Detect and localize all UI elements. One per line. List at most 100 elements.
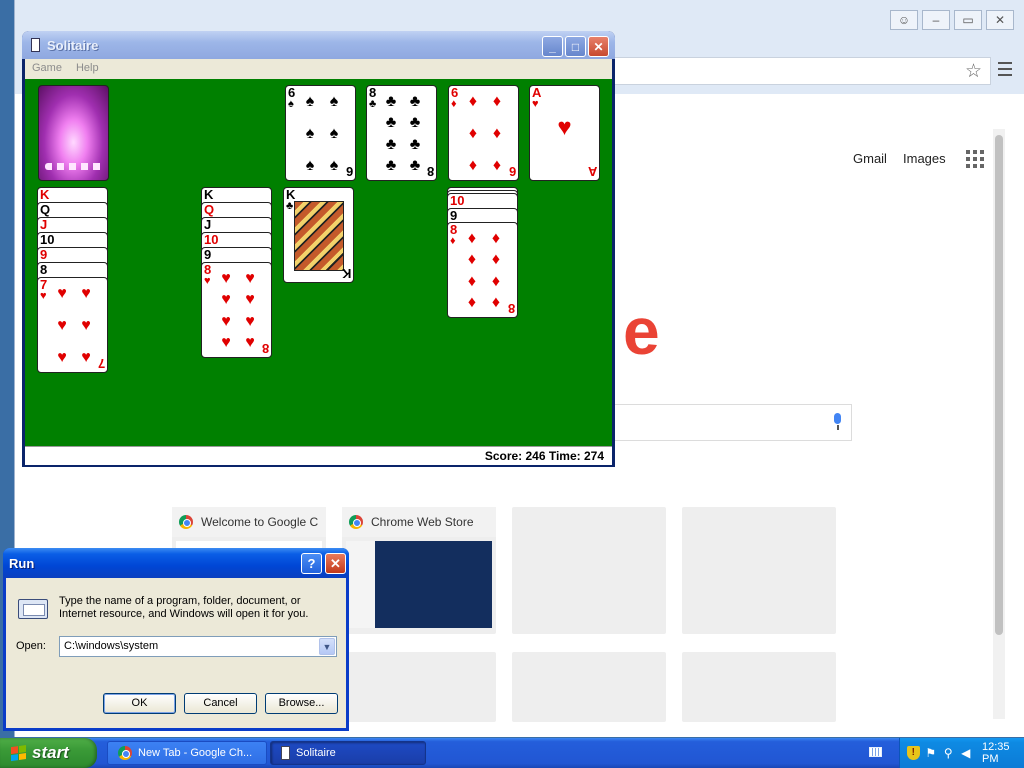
window-title: Solitaire bbox=[47, 38, 99, 53]
card-rank: 10 bbox=[450, 193, 465, 208]
empty-tile bbox=[512, 507, 666, 634]
taskbar-item-solitaire[interactable]: Solitaire bbox=[270, 741, 426, 765]
empty-tile bbox=[342, 652, 496, 722]
tableau-card[interactable]: 8 ♦ ♦ ♦ ♦ ♦ ♦ ♦ ♦ ♦ 8 bbox=[447, 222, 518, 318]
vertical-scrollbar[interactable] bbox=[993, 129, 1005, 719]
taskbar: start New Tab - Google Ch... Solitaire !… bbox=[0, 738, 1024, 768]
hamburger-menu-icon[interactable] bbox=[998, 62, 1012, 78]
chrome-favicon-icon bbox=[179, 515, 193, 529]
open-combobox[interactable]: C:\windows\system ▼ bbox=[59, 636, 337, 657]
foundation-pile[interactable]: 6 ♠ ♠ ♠ ♠ ♠ ♠ ♠ 6 bbox=[285, 85, 356, 181]
omnibox[interactable]: ☆ bbox=[613, 57, 991, 85]
tile-thumbnail bbox=[346, 541, 492, 628]
card-rank: 9 bbox=[204, 247, 212, 262]
solitaire-app-icon bbox=[31, 38, 40, 52]
minimize-icon[interactable]: – bbox=[922, 10, 950, 30]
card-rank-bottom: A bbox=[587, 164, 597, 179]
run-body: Type the name of a program, folder, docu… bbox=[6, 578, 346, 728]
star-icon[interactable]: ☆ bbox=[965, 60, 982, 83]
card-rank: Q bbox=[204, 202, 215, 217]
ok-button[interactable]: OK bbox=[103, 693, 176, 714]
card-suit: ♣ bbox=[369, 98, 377, 110]
heart-pips-icon: ♥ ♥ ♥ ♥ ♥ ♥ ♥ ♥ bbox=[221, 270, 255, 351]
spade-pips-icon: ♠ ♠ ♠ ♠ ♠ ♠ bbox=[305, 93, 339, 174]
chevron-down-icon[interactable]: ▼ bbox=[319, 638, 335, 655]
images-link[interactable]: Images bbox=[903, 151, 946, 166]
scrollbar-thumb[interactable] bbox=[995, 135, 1003, 635]
open-input-value[interactable]: C:\windows\system bbox=[64, 640, 158, 652]
microphone-icon[interactable] bbox=[832, 413, 843, 431]
tableau-card[interactable]: 7 ♥ ♥ ♥ ♥ ♥ ♥ ♥ 7 bbox=[37, 277, 108, 373]
card-rank-bottom: 8 bbox=[426, 164, 434, 179]
card-table: 6 ♠ ♠ ♠ ♠ ♠ ♠ ♠ 6 8 ♣ ♣ ♣ ♣ ♣ ♣ ♣ ♣ ♣ 8 6 ♦ ♦ ♦ ♦ ♦ ♦ ♦ 6… bbox=[25, 79, 612, 446]
close-button[interactable]: ✕ bbox=[588, 36, 609, 57]
profile-icon[interactable]: ☺ bbox=[890, 10, 918, 30]
start-button[interactable]: start bbox=[0, 738, 97, 768]
run-description: Type the name of a program, folder, docu… bbox=[59, 595, 309, 620]
card-suit: ♥ bbox=[532, 98, 539, 110]
cancel-button[interactable]: Cancel bbox=[184, 693, 257, 714]
menu-game[interactable]: Game bbox=[32, 62, 62, 79]
foundation-pile[interactable]: 8 ♣ ♣ ♣ ♣ ♣ ♣ ♣ ♣ ♣ 8 bbox=[366, 85, 437, 181]
chrome-window-controls: ☺ – ▭ ✕ bbox=[890, 10, 1014, 30]
google-search-box[interactable] bbox=[613, 404, 852, 441]
card-rank: J bbox=[40, 217, 48, 232]
chrome-web-store-favicon-icon bbox=[349, 515, 363, 529]
close-button[interactable]: ✕ bbox=[325, 553, 346, 574]
solitaire-titlebar[interactable]: Solitaire _ □ ✕ bbox=[22, 31, 615, 59]
taskbar-item-label: New Tab - Google Ch... bbox=[138, 747, 253, 759]
volume-icon[interactable]: ◀ bbox=[960, 746, 973, 760]
gmail-link[interactable]: Gmail bbox=[853, 151, 887, 166]
card-rank-bottom: 8 bbox=[507, 301, 515, 316]
card-rank: 10 bbox=[40, 232, 55, 247]
clock[interactable]: 12:35 PM bbox=[982, 741, 1024, 765]
heart-pips-icon: ♥ ♥ ♥ ♥ ♥ ♥ bbox=[57, 285, 91, 366]
card-rank: 8 bbox=[40, 262, 48, 277]
network-icon[interactable]: ⚑ bbox=[925, 746, 938, 760]
search-icon[interactable]: ⚲ bbox=[942, 746, 955, 760]
card-suit: ♣ bbox=[286, 200, 294, 212]
menu-help[interactable]: Help bbox=[76, 62, 99, 79]
heart-pip-icon: ♥ bbox=[557, 114, 572, 141]
run-program-icon bbox=[18, 599, 48, 619]
card-rank: Q bbox=[40, 202, 51, 217]
open-label: Open: bbox=[16, 640, 46, 652]
keyboard-icon[interactable] bbox=[869, 747, 882, 757]
foundation-pile[interactable]: 6 ♦ ♦ ♦ ♦ ♦ ♦ ♦ 6 bbox=[448, 85, 519, 181]
tableau-card[interactable]: 8 ♥ ♥ ♥ ♥ ♥ ♥ ♥ ♥ ♥ 8 bbox=[201, 262, 272, 358]
card-rank-bottom: 6 bbox=[508, 164, 516, 179]
status-bar: Score: 246 Time: 274 bbox=[25, 446, 612, 465]
most-visited-tile[interactable]: Chrome Web Store bbox=[342, 507, 496, 634]
card-rank: 10 bbox=[204, 232, 219, 247]
empty-tile bbox=[682, 652, 836, 722]
card-rank: 9 bbox=[450, 208, 458, 223]
club-pips-icon: ♣ ♣ ♣ ♣ ♣ ♣ ♣ ♣ bbox=[385, 93, 421, 174]
foundation-pile[interactable]: A ♥ ♥ A bbox=[529, 85, 600, 181]
close-icon[interactable]: ✕ bbox=[986, 10, 1014, 30]
run-dialog: Run ? ✕ Type the name of a program, fold… bbox=[3, 548, 349, 731]
tableau-card[interactable]: K ♣ K bbox=[283, 187, 354, 283]
restore-icon[interactable]: ▭ bbox=[954, 10, 982, 30]
close-icon: ✕ bbox=[330, 555, 341, 571]
card-rank-bottom: 7 bbox=[97, 356, 105, 371]
card-rank: J bbox=[204, 217, 212, 232]
close-icon: ✕ bbox=[593, 39, 604, 54]
help-button[interactable]: ? bbox=[301, 553, 322, 574]
security-shield-icon[interactable]: ! bbox=[907, 746, 920, 760]
taskbar-item-chrome[interactable]: New Tab - Google Ch... bbox=[107, 741, 267, 765]
card-suit: ♥ bbox=[40, 290, 47, 302]
minimize-icon: _ bbox=[549, 39, 556, 54]
card-rank-bottom: K bbox=[341, 266, 351, 281]
tile-title: Chrome Web Store bbox=[371, 515, 474, 529]
run-titlebar[interactable]: Run ? ✕ bbox=[3, 548, 349, 578]
minimize-button[interactable]: _ bbox=[542, 36, 563, 57]
tile-header: Welcome to Google C bbox=[172, 507, 326, 537]
maximize-button[interactable]: □ bbox=[565, 36, 586, 57]
stock-pile[interactable] bbox=[38, 85, 109, 181]
apps-grid-icon[interactable] bbox=[966, 150, 984, 168]
system-tray: ! ⚑ ⚲ ◀ 12:35 PM bbox=[899, 738, 1024, 768]
diamond-pips-icon: ♦ ♦ ♦ ♦ ♦ ♦ bbox=[468, 93, 502, 174]
card-rank: K bbox=[40, 187, 50, 202]
browse-button[interactable]: Browse... bbox=[265, 693, 338, 714]
card-suit: ♦ bbox=[450, 235, 456, 247]
